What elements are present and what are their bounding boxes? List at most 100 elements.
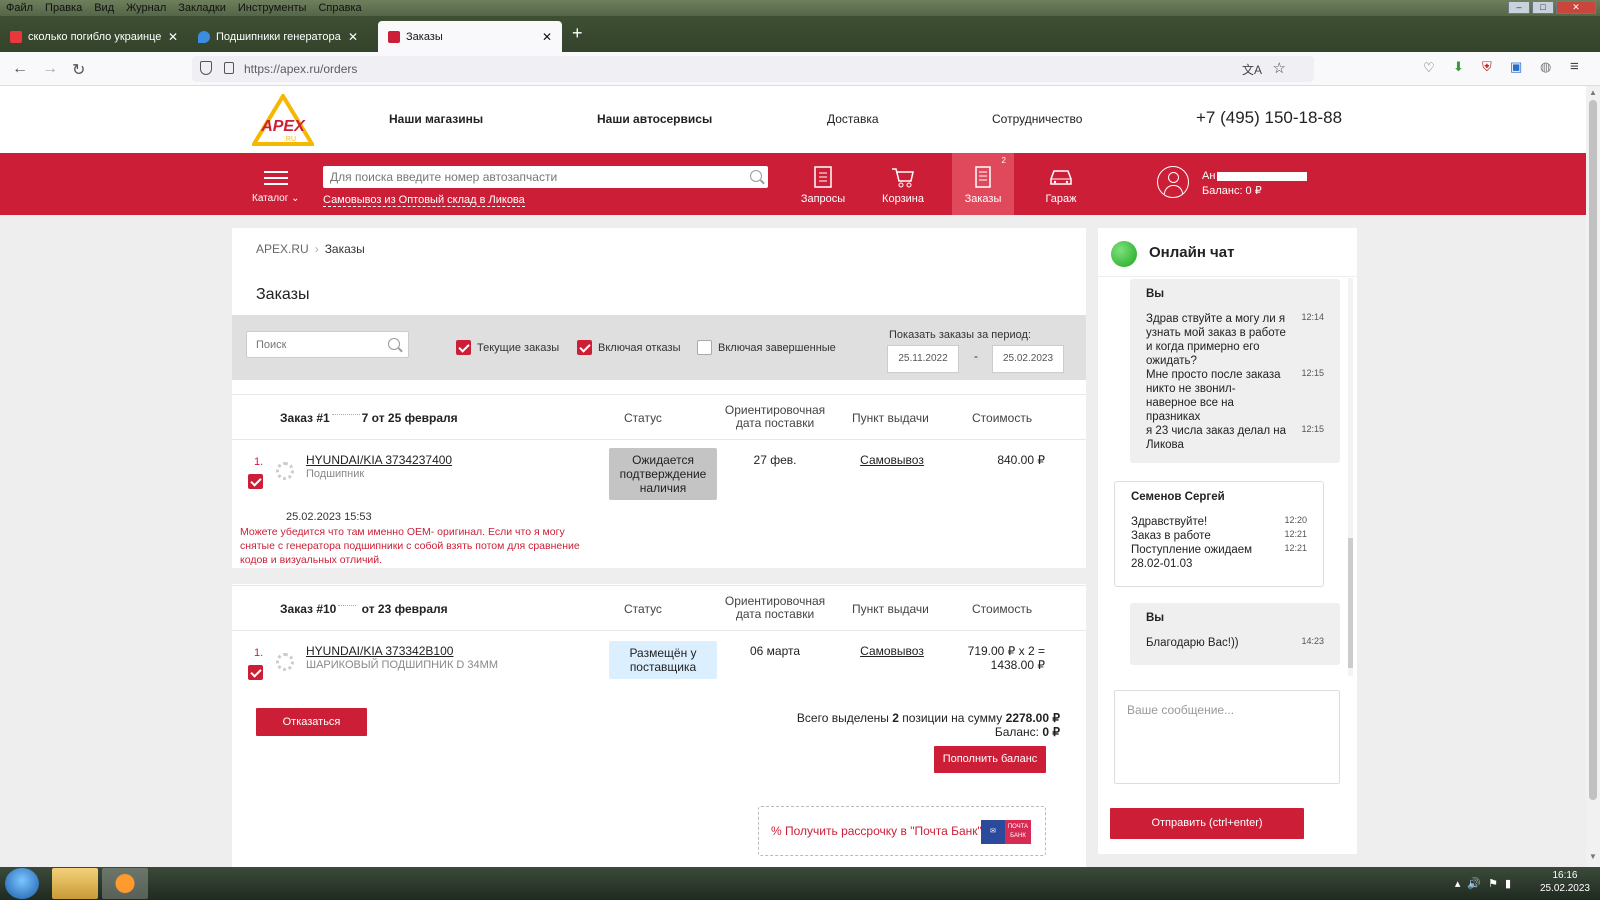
- back-arrow-icon[interactable]: ←: [12, 60, 28, 78]
- send-message-button[interactable]: Отправить (ctrl+enter): [1110, 808, 1304, 839]
- user-name[interactable]: Ан: [1202, 170, 1308, 182]
- order-search-input[interactable]: [247, 332, 377, 357]
- nav-requests[interactable]: Запросы: [793, 153, 853, 215]
- bookmark-star-icon[interactable]: ☆: [1273, 59, 1286, 77]
- current-orders-checkbox[interactable]: Текущие заказы: [456, 340, 559, 355]
- windows-start-icon[interactable]: [5, 868, 39, 899]
- phone-number[interactable]: +7 (495) 150-18-88: [1196, 108, 1342, 128]
- date-to-input[interactable]: 25.02.2023: [992, 345, 1064, 373]
- ublock-icon[interactable]: ⛨: [1482, 59, 1492, 75]
- minimize-button[interactable]: –: [1508, 1, 1530, 14]
- pickup-link[interactable]: Самовывоз: [837, 453, 947, 467]
- forward-arrow-icon[interactable]: →: [42, 60, 58, 78]
- pickup-link[interactable]: Самовывоз: [837, 644, 947, 658]
- url-text[interactable]: https://apex.ru/orders: [244, 62, 357, 76]
- include-refusals-checkbox[interactable]: Включая отказы: [577, 340, 680, 355]
- address-bar[interactable]: https://apex.ru/orders 文A ☆: [192, 56, 1314, 82]
- status-badge: Ожидается подтверждение наличия: [609, 448, 717, 500]
- message-line: узнать мой заказ в работе: [1146, 327, 1286, 339]
- page-scrollbar[interactable]: ▲ ▼: [1586, 86, 1600, 867]
- maximize-button[interactable]: □: [1532, 1, 1554, 14]
- nav-our-stores[interactable]: Наши магазины: [389, 112, 483, 126]
- menu-bookmarks[interactable]: Закладки: [172, 2, 232, 14]
- row-select-checkbox[interactable]: [248, 665, 263, 680]
- chat-message-box: [1114, 690, 1340, 784]
- catalog-button[interactable]: Каталог ⌄: [252, 167, 300, 204]
- tab-close-icon[interactable]: ✕: [542, 30, 552, 44]
- checkbox-checked-icon[interactable]: [577, 340, 592, 355]
- cart-icon: [892, 168, 914, 188]
- row-select-checkbox[interactable]: [248, 474, 263, 489]
- nav-orders[interactable]: 2 Заказы: [952, 153, 1014, 215]
- message-line: Ликова: [1146, 439, 1184, 451]
- user-avatar-icon[interactable]: [1157, 166, 1189, 198]
- checkbox-unchecked-icon[interactable]: [697, 340, 712, 355]
- checkbox-checked-icon[interactable]: [456, 340, 471, 355]
- nav-delivery[interactable]: Доставка: [827, 112, 879, 126]
- scroll-up-icon[interactable]: ▲: [1589, 88, 1597, 97]
- browser-toolbar: ← → ↻ https://apex.ru/orders 文A ☆ ♡ ⬇ ⛨ …: [0, 52, 1600, 86]
- refuse-button[interactable]: Отказаться: [256, 708, 367, 736]
- explorer-folder-icon[interactable]: [52, 868, 98, 899]
- menu-tools[interactable]: Инструменты: [232, 2, 313, 14]
- topup-balance-button[interactable]: Пополнить баланс: [934, 746, 1046, 773]
- pickup-point-link[interactable]: Самовывоз из Оптовый склад в Ликова: [323, 194, 525, 207]
- nav-cart[interactable]: Корзина: [873, 153, 933, 215]
- firefox-icon[interactable]: [102, 868, 148, 899]
- nav-partnership[interactable]: Сотрудничество: [992, 112, 1082, 126]
- breadcrumb-current: Заказы: [324, 242, 365, 256]
- tab-close-icon[interactable]: ✕: [348, 30, 358, 44]
- menu-file[interactable]: Файл: [0, 2, 39, 14]
- logo-text: APEX: [260, 118, 306, 135]
- include-completed-checkbox[interactable]: Включая завершенные: [697, 340, 836, 355]
- menu-history[interactable]: Журнал: [120, 2, 172, 14]
- apex-logo[interactable]: APEX .RU: [252, 94, 314, 146]
- online-chat: Онлайн чат Вы Здрав ствуйте а могу ли я …: [1098, 228, 1357, 854]
- tab-close-icon[interactable]: ✕: [168, 30, 178, 44]
- message-author: Семенов Сергей: [1131, 491, 1225, 503]
- part-link[interactable]: HYUNDAI/KIA 373342B100: [306, 644, 453, 658]
- installment-banner[interactable]: % Получить рассрочку в "Почта Банк" ✉ ПОЧ…: [758, 806, 1046, 856]
- part-search-input[interactable]: [323, 166, 723, 188]
- menu-view[interactable]: Вид: [88, 2, 120, 14]
- tab-orders[interactable]: Заказы ✕: [378, 21, 562, 52]
- scroll-thumb[interactable]: [1589, 100, 1597, 800]
- window-close-button[interactable]: ✕: [1556, 1, 1596, 14]
- logo-sub: .RU: [284, 136, 296, 143]
- chat-message-input[interactable]: [1115, 691, 1339, 783]
- tab-ukraine[interactable]: сколько погибло украинцев н ✕: [0, 21, 188, 52]
- menu-help[interactable]: Справка: [312, 2, 367, 14]
- reload-icon[interactable]: ↻: [72, 60, 85, 80]
- chat-scrollbar[interactable]: [1348, 278, 1353, 676]
- system-tray-icons[interactable]: ▴🔊⚑▮: [1455, 877, 1518, 890]
- translate-icon[interactable]: 文A: [1242, 61, 1262, 78]
- translator-extension-icon[interactable]: ▣: [1510, 59, 1522, 75]
- order-title: Заказ #10 от 23 февраля: [280, 602, 448, 616]
- date-from-input[interactable]: 25.11.2022: [887, 345, 959, 373]
- tab-title: Заказы: [406, 30, 443, 43]
- search-icon[interactable]: [388, 338, 400, 350]
- orders-panel: APEX.RU›Заказы Заказы Текущие заказы Вкл…: [232, 228, 1086, 867]
- hamburger-menu-icon[interactable]: ≡: [1570, 58, 1579, 75]
- lock-icon[interactable]: [224, 62, 234, 74]
- message-line: ожидать?: [1146, 355, 1197, 367]
- cost-value: 719.00 ₽ x 2 =: [967, 644, 1045, 658]
- menu-edit[interactable]: Правка: [39, 2, 88, 14]
- search-icon[interactable]: [750, 170, 762, 182]
- new-tab-button[interactable]: +: [572, 23, 583, 44]
- download-icon[interactable]: ⬇: [1453, 59, 1464, 75]
- tab-bearings[interactable]: Подшипники генератора - Стр ✕: [188, 21, 368, 52]
- nav-garage[interactable]: Гараж: [1031, 153, 1091, 215]
- order-search: [246, 331, 409, 358]
- pocket-icon[interactable]: ♡: [1423, 60, 1435, 76]
- comment-date: 25.02.2023 15:53: [286, 511, 372, 523]
- globe-icon[interactable]: ◍: [1540, 59, 1551, 75]
- shield-icon[interactable]: [200, 61, 212, 75]
- clock[interactable]: 16:16 25.02.2023: [1540, 869, 1590, 895]
- breadcrumb-home[interactable]: APEX.RU: [256, 242, 309, 256]
- message-time: 12:20: [1284, 515, 1307, 525]
- scroll-down-icon[interactable]: ▼: [1589, 852, 1597, 861]
- part-link[interactable]: HYUNDAI/KIA 3734237400: [306, 453, 452, 467]
- part-search: [323, 166, 768, 188]
- nav-our-services[interactable]: Наши автосервисы: [597, 112, 712, 126]
